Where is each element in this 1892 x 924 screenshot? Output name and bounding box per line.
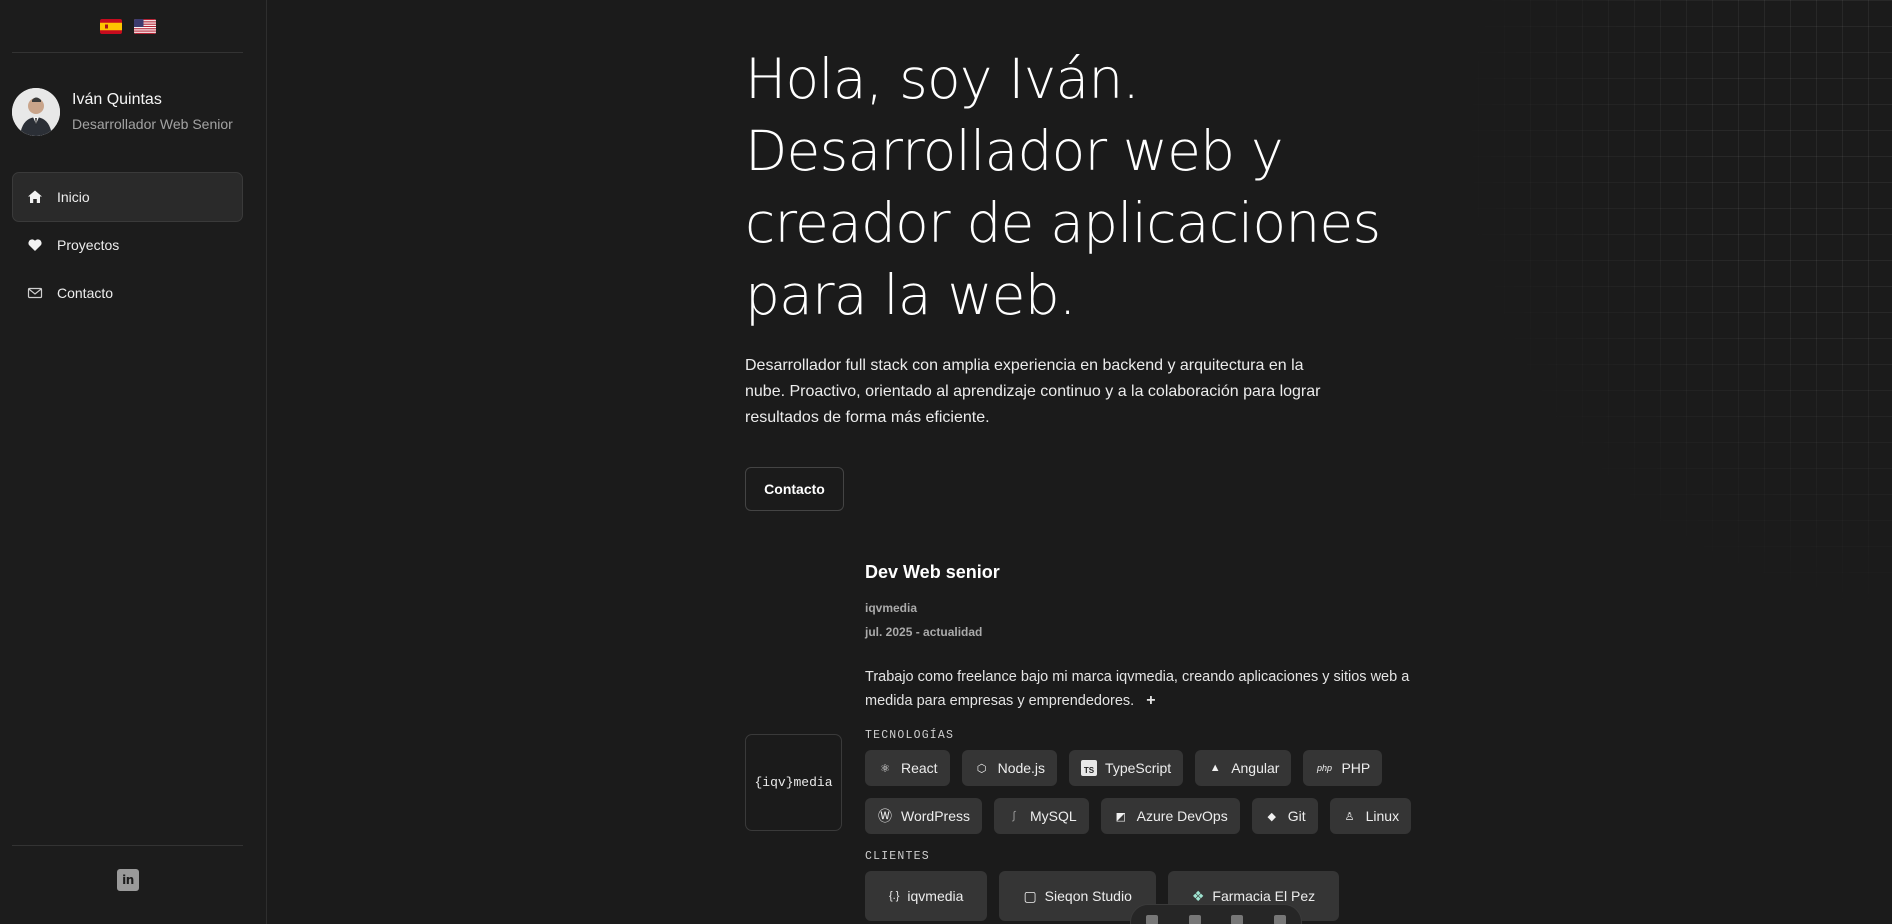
avatar: [12, 88, 60, 136]
tech-chip-label: Angular: [1231, 760, 1280, 776]
hero-title-line: Hola, soy Iván.: [745, 47, 1140, 111]
dock-icon[interactable]: [1188, 915, 1201, 924]
divider: [12, 845, 243, 846]
dock-icon[interactable]: [1231, 915, 1244, 924]
job-company: iqvmedia: [865, 601, 918, 615]
language-switcher: [100, 19, 156, 34]
home-icon: [28, 190, 42, 203]
linkedin-icon[interactable]: in: [117, 869, 139, 891]
tech-chip-label: Linux: [1365, 808, 1400, 824]
company-logo: {iqv}media: [745, 734, 842, 831]
job-dates: jul. 2025 - actualidad: [865, 625, 983, 639]
nodejs-icon: ⬡: [976, 762, 987, 775]
dock-icon[interactable]: [1273, 915, 1286, 924]
sidebar-nav: Inicio Proyectos Contacto: [12, 172, 243, 316]
tech-chip-wordpress[interactable]: Ⓦ WordPress: [865, 798, 982, 834]
hero-title-line: para la web.: [745, 263, 1076, 327]
hero-title: Hola, soy Iván. Desarrollador web y crea…: [745, 43, 1465, 331]
client-chip-iqvmedia[interactable]: {.} iqvmedia: [865, 871, 988, 921]
sidebar-item-label: Contacto: [57, 285, 114, 301]
tech-chip-angular[interactable]: ▲ Angular: [1195, 750, 1292, 786]
technologies-label: TECNOLOGÍAS: [865, 729, 955, 742]
sidebar-item-proyectos[interactable]: Proyectos: [12, 220, 243, 270]
mysql-icon: ∫: [1012, 810, 1016, 822]
tech-chip-label: WordPress: [901, 808, 970, 824]
tech-chip-label: Azure DevOps: [1136, 808, 1228, 824]
tech-chip-label: Git: [1287, 808, 1306, 824]
hero-section: Hola, soy Iván. Desarrollador web y crea…: [745, 0, 1505, 921]
client-chip-label: Farmacia El Pez: [1212, 888, 1316, 904]
tech-chip-label: PHP: [1341, 760, 1371, 776]
tech-chip-label: TypeScript: [1105, 760, 1172, 776]
heart-icon: [28, 239, 42, 251]
client-chip-label: iqvmedia: [907, 888, 964, 904]
profile: Iván Quintas Desarrollador Web Senior: [12, 88, 233, 136]
sieqon-logo-icon: ▢: [1023, 887, 1037, 904]
tech-chip-react[interactable]: ⚛ React: [865, 750, 950, 786]
mail-icon: [27, 287, 43, 299]
tech-chip-linux[interactable]: ♙ Linux: [1329, 798, 1412, 834]
hero-title-line: creador de aplicaciones: [745, 191, 1381, 255]
tech-chip-php[interactable]: php PHP: [1303, 750, 1383, 786]
client-chip-label: Sieqon Studio: [1044, 888, 1132, 904]
tech-chip-nodejs[interactable]: ⬡ Node.js: [961, 750, 1058, 786]
react-icon: ⚛: [880, 762, 890, 775]
dock-icon[interactable]: [1146, 915, 1159, 924]
tech-chip-label: React: [901, 760, 938, 776]
php-icon: php: [1316, 763, 1332, 773]
farmacia-logo-icon: ❖: [1191, 887, 1205, 904]
angular-icon: ▲: [1209, 762, 1221, 774]
typescript-icon: TS: [1081, 760, 1098, 776]
profile-role: Desarrollador Web Senior: [72, 116, 233, 132]
spanish-flag-icon[interactable]: [100, 19, 122, 34]
sidebar-item-label: Proyectos: [57, 237, 120, 253]
git-icon: ◆: [1267, 810, 1276, 823]
sidebar-item-inicio[interactable]: Inicio: [12, 172, 243, 222]
divider: [12, 52, 243, 53]
experience-details: Dev Web senior iqvmedia jul. 2025 - actu…: [865, 562, 1425, 921]
clients-label: CLIENTES: [865, 850, 930, 863]
tech-chip-typescript[interactable]: TS TypeScript: [1069, 750, 1184, 786]
us-flag-icon[interactable]: [134, 19, 156, 34]
contact-button[interactable]: Contacto: [745, 467, 844, 511]
linux-icon: ♙: [1344, 810, 1355, 823]
tech-chip-azure-devops[interactable]: ◩ Azure DevOps: [1100, 798, 1240, 834]
wordpress-icon: Ⓦ: [878, 808, 892, 824]
sidebar: Iván Quintas Desarrollador Web Senior In…: [0, 0, 267, 924]
technologies-list: ⚛ React ⬡ Node.js TS TypeScript ▲ Angular ph…: [865, 750, 1425, 834]
tech-chip-label: MySQL: [1029, 808, 1077, 824]
sidebar-item-label: Inicio: [57, 189, 90, 205]
sidebar-item-contacto[interactable]: Contacto: [12, 268, 243, 318]
floating-dock: [1130, 904, 1302, 924]
tech-chip-git[interactable]: ◆ Git: [1251, 798, 1318, 834]
expand-button[interactable]: +: [1146, 689, 1155, 713]
job-description: Trabajo como freelance bajo mi marca iqv…: [865, 665, 1410, 713]
hero-title-line: Desarrollador web y: [745, 119, 1284, 183]
job-description-text: Trabajo como freelance bajo mi marca iqv…: [865, 669, 1410, 709]
azure-devops-icon: ◩: [1115, 810, 1126, 823]
tech-chip-mysql[interactable]: ∫ MySQL: [993, 798, 1089, 834]
iqvmedia-logo-icon: {.}: [889, 890, 900, 902]
tech-chip-label: Node.js: [997, 760, 1046, 776]
profile-name: Iván Quintas: [72, 91, 162, 108]
hero-description: Desarrollador full stack con amplia expe…: [745, 357, 1321, 426]
job-title: Dev Web senior: [865, 562, 1000, 582]
main-content: Hola, soy Iván. Desarrollador web y crea…: [268, 0, 1892, 924]
